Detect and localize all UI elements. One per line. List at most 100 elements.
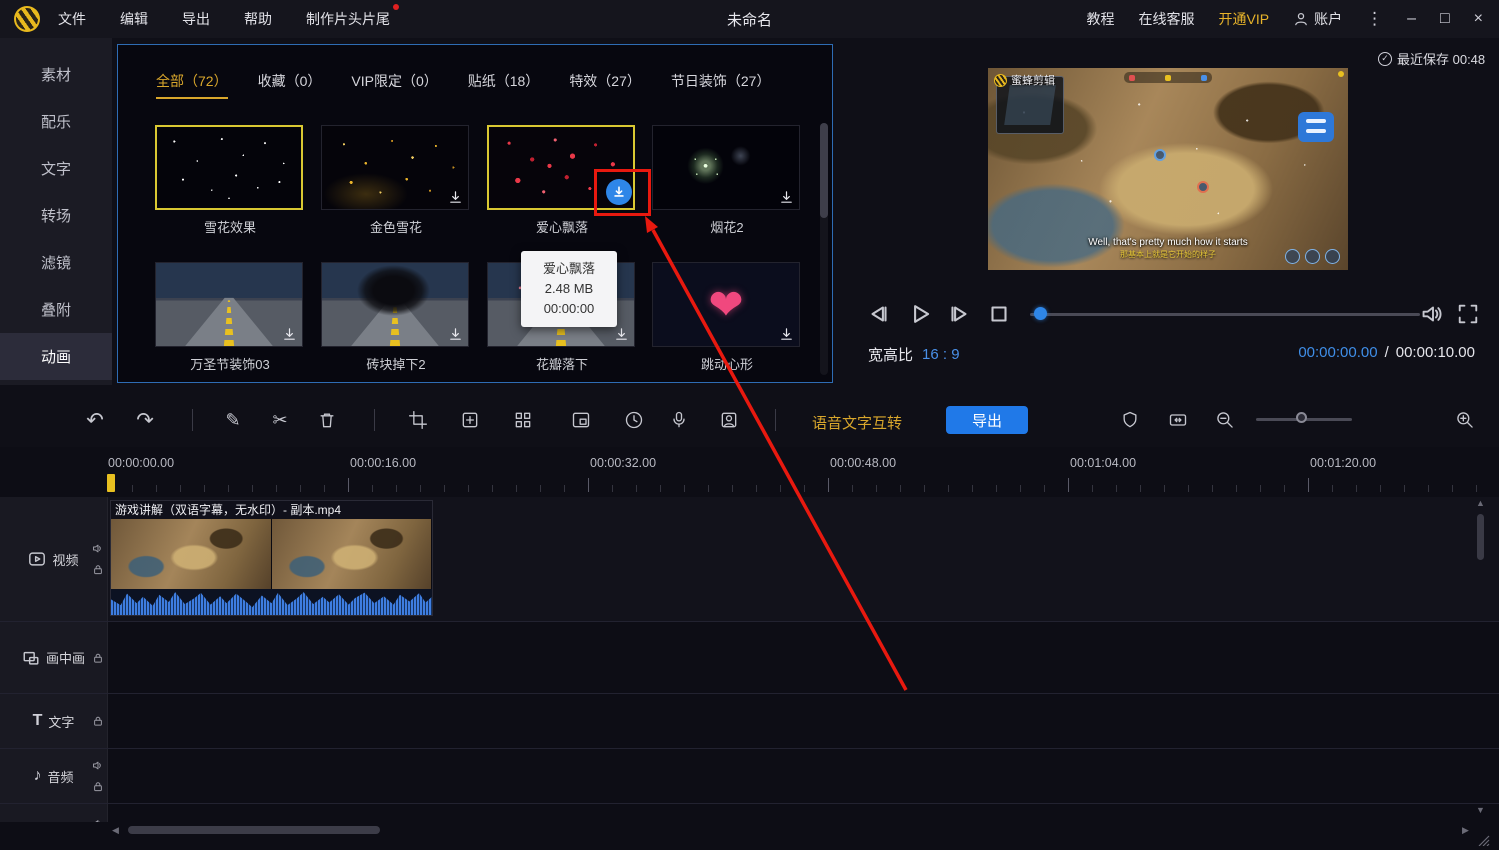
- play-button[interactable]: [906, 301, 932, 327]
- sidebar-item-transition[interactable]: 转场: [0, 192, 112, 239]
- download-icon[interactable]: [448, 327, 463, 342]
- portrait-cutout-button[interactable]: [716, 407, 742, 433]
- library-item-label: 金色雪花: [369, 220, 422, 235]
- library-item-label: 花瓣落下: [535, 357, 588, 372]
- fit-timeline-button[interactable]: [1165, 407, 1191, 433]
- mask-button[interactable]: [1117, 407, 1143, 433]
- account-button[interactable]: 账户: [1293, 9, 1342, 29]
- scroll-right-button[interactable]: ▶: [1462, 826, 1469, 835]
- pip-track-controls: [92, 652, 104, 664]
- scroll-down-button[interactable]: ▼: [1476, 806, 1485, 815]
- delete-button[interactable]: [314, 407, 340, 433]
- lock-icon[interactable]: [92, 781, 104, 793]
- bricks-fall2-thumbnail[interactable]: [321, 262, 469, 347]
- sidebar-item-media[interactable]: 素材: [0, 51, 112, 98]
- beating-heart-thumbnail[interactable]: ❤: [652, 262, 800, 347]
- tab-stickers[interactable]: 贴纸（18）: [468, 71, 540, 99]
- scroll-left-button[interactable]: ◀: [112, 826, 119, 835]
- check-circle-icon: ✓: [1378, 51, 1392, 66]
- close-button[interactable]: ×: [1474, 11, 1483, 27]
- ruler-label: 00:00:48.00: [830, 456, 897, 470]
- gold-snow-thumbnail[interactable]: [321, 125, 469, 210]
- zoom-out-button[interactable]: [1212, 407, 1238, 433]
- tab-vip-only[interactable]: VIP限定（0）: [351, 71, 437, 99]
- playhead[interactable]: [107, 474, 115, 492]
- lock-icon[interactable]: [92, 564, 104, 576]
- download-icon[interactable]: [614, 327, 629, 342]
- download-icon[interactable]: [779, 190, 794, 205]
- scroll-up-button[interactable]: ▲: [1476, 499, 1485, 508]
- redo-button[interactable]: ↷: [132, 407, 158, 433]
- menu-file[interactable]: 文件: [58, 9, 86, 29]
- library-scrollbar-thumb[interactable]: [820, 123, 828, 218]
- playback-slider-knob[interactable]: [1034, 307, 1047, 320]
- tab-effects[interactable]: 特效（27）: [569, 71, 641, 99]
- download-icon[interactable]: [779, 327, 794, 342]
- aspect-ratio-control[interactable]: 宽高比 16 : 9: [868, 344, 960, 365]
- stop-button[interactable]: [986, 301, 1012, 327]
- fullscreen-button[interactable]: [1455, 301, 1481, 327]
- prev-frame-button[interactable]: [866, 301, 892, 327]
- library-item-snow-effect: 雪花效果: [155, 125, 305, 236]
- tooltip-size: 2.48 MB: [544, 281, 594, 297]
- speaker-icon[interactable]: [92, 760, 104, 772]
- menu-export[interactable]: 导出: [182, 9, 210, 29]
- download-icon[interactable]: [282, 327, 297, 342]
- sidebar-item-music[interactable]: 配乐: [0, 98, 112, 145]
- next-frame-button[interactable]: [946, 301, 972, 327]
- voiceover-button[interactable]: [666, 407, 692, 433]
- project-title: 未命名: [726, 11, 773, 29]
- volume-button[interactable]: [1420, 301, 1446, 327]
- lock-icon[interactable]: [92, 652, 104, 664]
- snow-effect-thumbnail[interactable]: [155, 125, 303, 210]
- text-track-row: T 文字: [0, 694, 1499, 749]
- zoom-in-button[interactable]: [1452, 407, 1478, 433]
- speaker-icon[interactable]: [92, 543, 104, 555]
- zoom-in-icon: [1457, 412, 1473, 428]
- tab-all[interactable]: 全部（72）: [156, 71, 228, 99]
- support-link[interactable]: 在线客服: [1139, 9, 1195, 29]
- vertical-scrollbar[interactable]: [1477, 514, 1484, 560]
- playback-slider[interactable]: [1030, 313, 1420, 316]
- recording-dot: [1338, 71, 1344, 77]
- halloween03-thumbnail[interactable]: [155, 262, 303, 347]
- app-logo-icon[interactable]: [14, 6, 40, 32]
- export-button[interactable]: 导出: [946, 406, 1028, 434]
- overlay-frame-button[interactable]: [568, 407, 594, 433]
- fireworks2-thumbnail[interactable]: [652, 125, 800, 210]
- lock-icon[interactable]: [92, 715, 104, 727]
- mosaic-button[interactable]: [510, 407, 536, 433]
- download-icon[interactable]: [448, 190, 463, 205]
- sidebar-item-text[interactable]: 文字: [0, 145, 112, 192]
- sidebar-item-animation[interactable]: 动画: [0, 333, 112, 380]
- sidebar-item-filter[interactable]: 滤镜: [0, 239, 112, 286]
- undo-button[interactable]: ↶: [82, 407, 108, 433]
- speech-text-convert-link[interactable]: 语音文字互转: [812, 412, 902, 433]
- tutorial-link[interactable]: 教程: [1087, 9, 1115, 29]
- horizontal-scrollbar[interactable]: [128, 826, 380, 834]
- ruler-ticks[interactable]: [108, 478, 1488, 492]
- menu-edit[interactable]: 编辑: [120, 9, 148, 29]
- menu-help[interactable]: 帮助: [244, 9, 272, 29]
- bricks-cloud-graphic: [357, 264, 431, 317]
- video-clip[interactable]: 游戏讲解（双语字幕，无水印）- 副本.mp4: [110, 500, 433, 616]
- duration-button[interactable]: [621, 407, 647, 433]
- tab-favorites[interactable]: 收藏（0）: [258, 71, 322, 99]
- more-menu-button[interactable]: ⋮: [1366, 9, 1383, 29]
- game-scene: Well, that's pretty much how it starts 那…: [988, 68, 1348, 270]
- crop-button[interactable]: [405, 407, 431, 433]
- vip-button[interactable]: 开通VIP: [1219, 9, 1270, 29]
- speaker-icon[interactable]: [92, 818, 104, 822]
- tab-holiday[interactable]: 节日装饰（27）: [671, 71, 771, 99]
- maximize-button[interactable]: □: [1440, 11, 1450, 27]
- menu-intro-outro[interactable]: 制作片头片尾: [306, 4, 399, 29]
- split-button[interactable]: ✂: [267, 407, 293, 433]
- edit-button[interactable]: ✎: [220, 407, 246, 433]
- library-scrollbar[interactable]: [820, 123, 828, 375]
- timeline-zoom-knob[interactable]: [1296, 412, 1307, 423]
- sidebar-item-overlay[interactable]: 叠附: [0, 286, 112, 333]
- resize-grip-icon[interactable]: [1477, 834, 1491, 846]
- minimize-button[interactable]: –: [1407, 11, 1416, 27]
- sidebar: 素材 配乐 文字 转场 滤镜 叠附 动画: [0, 38, 112, 385]
- freeze-frame-button[interactable]: [457, 407, 483, 433]
